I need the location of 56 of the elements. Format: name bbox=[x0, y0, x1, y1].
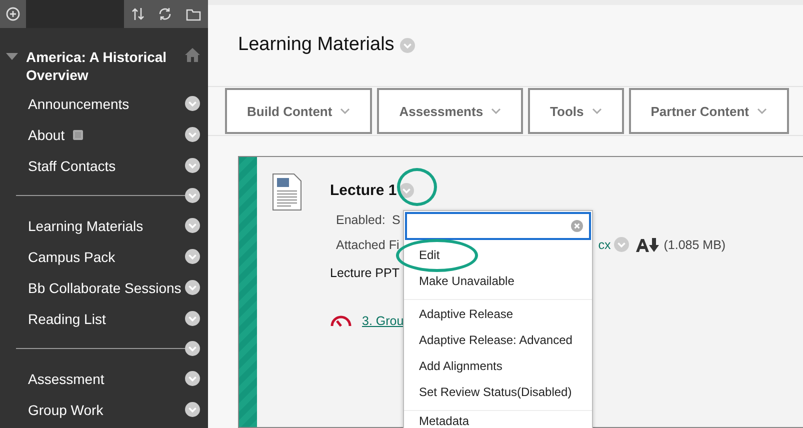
gauge-icon bbox=[330, 315, 352, 327]
menu-item[interactable]: Group Work bbox=[28, 402, 104, 418]
item-menu-chevron-icon[interactable] bbox=[398, 182, 414, 198]
item-description: Lecture PPT bbox=[330, 266, 400, 280]
menu-item[interactable]: Campus Pack bbox=[28, 248, 116, 264]
folder-icon[interactable] bbox=[186, 8, 202, 20]
chevron-icon[interactable] bbox=[185, 341, 200, 356]
chevron-icon[interactable] bbox=[185, 249, 200, 264]
menu-search-field[interactable] bbox=[405, 212, 591, 240]
course-title[interactable]: America: A Historical Overview bbox=[26, 48, 177, 84]
item-title[interactable]: Lecture 1 bbox=[330, 182, 397, 198]
file-size: (1.085 MB) bbox=[664, 238, 726, 252]
menu-option[interactable]: Edit bbox=[419, 248, 440, 262]
menu-option[interactable]: Adaptive Release: Advanced bbox=[419, 333, 572, 347]
menu-item[interactable]: Assessment bbox=[28, 370, 104, 386]
document-icon bbox=[272, 173, 302, 211]
menu-option[interactable]: Make Unavailable bbox=[419, 274, 514, 288]
chevron-icon[interactable] bbox=[185, 188, 200, 203]
menu-item[interactable]: Learning Materials bbox=[28, 218, 144, 234]
sort-icon[interactable] bbox=[130, 7, 145, 21]
caret-icon bbox=[491, 108, 502, 114]
font-download-icon[interactable] bbox=[636, 238, 660, 252]
toolbar-button[interactable]: Partner Content bbox=[628, 88, 789, 134]
chevron-icon[interactable] bbox=[185, 96, 200, 111]
chevron-icon[interactable] bbox=[185, 127, 200, 142]
toolbar-button[interactable]: Tools bbox=[528, 88, 624, 134]
menu-option[interactable]: Add Alignments bbox=[419, 359, 502, 373]
caret-icon bbox=[592, 108, 602, 114]
chevron-icon[interactable] bbox=[185, 402, 200, 417]
chevron-icon[interactable] bbox=[185, 311, 200, 326]
enabled-label: Enabled: bbox=[336, 212, 386, 226]
file-link[interactable]: cx bbox=[598, 238, 611, 252]
attached-files-label: Attached Fi bbox=[336, 238, 400, 252]
menu-item[interactable]: Reading List bbox=[28, 310, 106, 326]
chevron-icon[interactable] bbox=[185, 280, 200, 295]
caret-icon bbox=[756, 108, 767, 114]
menu-item[interactable]: Bb Collaborate Sessions bbox=[28, 280, 182, 296]
toolbar-button[interactable]: Assessments bbox=[377, 88, 524, 134]
menu-option[interactable]: Set Review Status(Disabled) bbox=[419, 385, 572, 399]
menu-item[interactable]: Staff Contacts bbox=[28, 158, 116, 174]
refresh-icon[interactable] bbox=[158, 7, 172, 21]
collapse-triangle-icon[interactable] bbox=[6, 53, 18, 61]
caret-icon bbox=[340, 108, 350, 114]
chevron-icon[interactable] bbox=[185, 218, 200, 233]
menu-option[interactable]: Metadata bbox=[419, 414, 470, 428]
menu-option[interactable]: Adaptive Release bbox=[419, 307, 514, 321]
add-icon[interactable] bbox=[6, 7, 20, 21]
toolbar-button[interactable]: Build Content bbox=[225, 88, 372, 134]
chevron-icon[interactable] bbox=[185, 158, 200, 173]
enabled-value: S bbox=[392, 212, 400, 226]
menu-item[interactable]: Announcements bbox=[28, 96, 130, 112]
menu-item[interactable]: About bbox=[28, 126, 65, 142]
item-link[interactable]: 3. Grou bbox=[362, 314, 404, 328]
page-title: Learning Materials bbox=[238, 34, 394, 56]
home-icon[interactable] bbox=[185, 48, 200, 62]
chevron-icon[interactable] bbox=[185, 371, 200, 386]
